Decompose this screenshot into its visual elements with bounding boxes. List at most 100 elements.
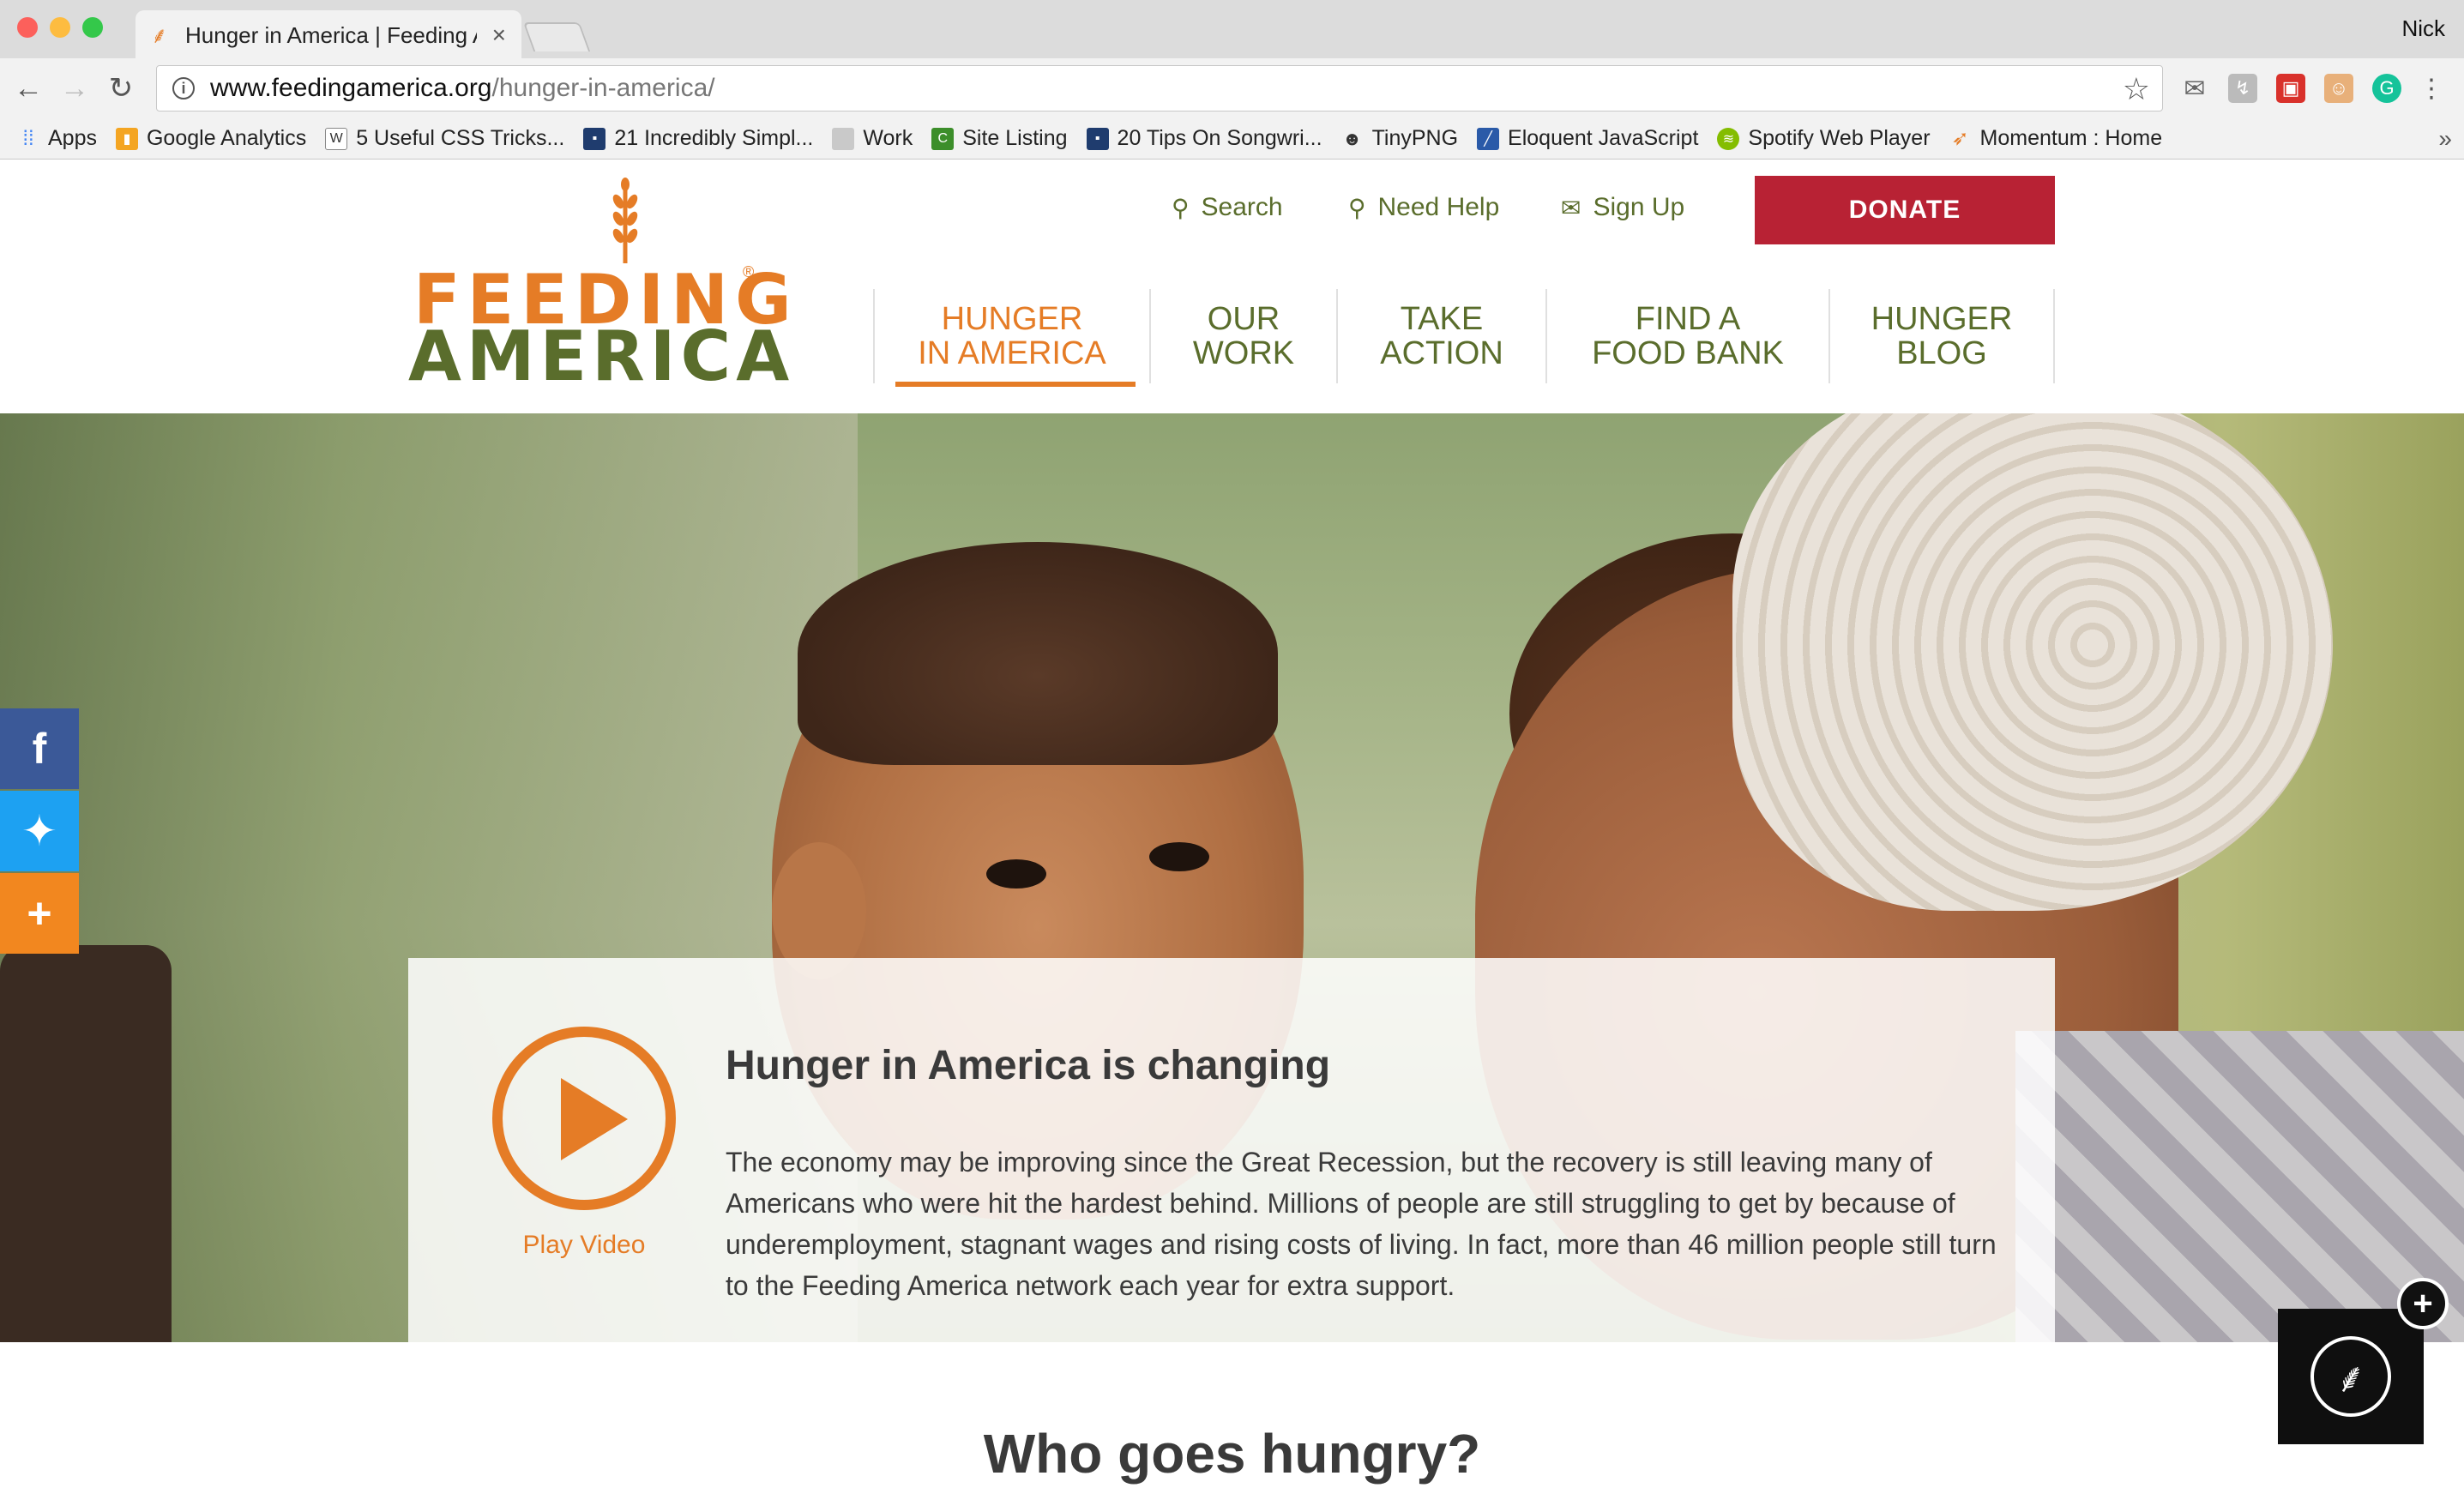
play-video-button[interactable]: [492, 1027, 676, 1210]
site-header: FEEDING ® AMERICA ⚲ Search ⚲ Need Help ✉…: [0, 160, 2464, 413]
play-video-label[interactable]: Play Video: [492, 1231, 676, 1260]
registered-mark-icon: ®: [743, 263, 755, 280]
more-bookmarks-icon[interactable]: »: [2438, 125, 2452, 153]
sign-up-label: Sign Up: [1593, 193, 1685, 221]
w-icon: W: [325, 127, 348, 150]
bookmark-label: Spotify Web Player: [1748, 126, 1931, 150]
twitter-share-button[interactable]: ✦: [0, 791, 79, 871]
play-triangle-icon: [561, 1078, 628, 1160]
spotify-icon: ≋: [1717, 127, 1740, 150]
bookmark-20-tips[interactable]: ▪ 20 Tips On Songwri...: [1086, 126, 1322, 151]
facebook-icon: f: [32, 725, 47, 773]
rocket-icon: ➶: [1951, 127, 1969, 150]
bookmark-tinypng[interactable]: ☻ TinyPNG: [1341, 126, 1458, 151]
nav-take-action[interactable]: TAKE ACTION: [1336, 289, 1545, 383]
wheat-favicon-icon: ⸙: [151, 22, 168, 48]
bookmark-label: Eloquent JavaScript: [1508, 126, 1699, 150]
site-icon: ▪: [583, 127, 606, 150]
widget-expand-plus-icon[interactable]: +: [2397, 1278, 2449, 1329]
bookmark-label: Google Analytics: [146, 126, 307, 150]
new-tab-button[interactable]: [522, 22, 591, 51]
close-window-button[interactable]: [17, 17, 38, 38]
bookmark-site-listing[interactable]: C Site Listing: [931, 126, 1068, 151]
forward-arrow-icon[interactable]: →: [55, 69, 94, 108]
donate-button[interactable]: DONATE: [1755, 176, 2055, 244]
nav-our-work[interactable]: OUR WORK: [1149, 289, 1336, 383]
hero-card-body: The economy may be improving since the G…: [726, 1147, 1997, 1301]
browser-tab-bar: ⸙ Hunger in America | Feeding A × Nick: [0, 0, 2464, 60]
url-path: /hunger-in-america/: [491, 74, 715, 102]
profile-name[interactable]: Nick: [2401, 15, 2445, 42]
hero-card-title: Hunger in America is changing: [726, 1043, 1331, 1088]
mail-extension-icon[interactable]: ✉: [2180, 74, 2209, 103]
tab-title: Hunger in America | Feeding A: [185, 21, 477, 48]
bookmark-star-icon[interactable]: ☆: [2123, 71, 2150, 107]
book-icon: ╱: [1477, 127, 1500, 150]
bookmark-label: Site Listing: [962, 126, 1068, 150]
plus-icon: +: [27, 889, 52, 937]
child-hair: [798, 542, 1278, 765]
bookmark-spotify[interactable]: ≋ Spotify Web Player: [1717, 126, 1931, 151]
facebook-share-button[interactable]: f: [0, 708, 79, 789]
bookmark-apps[interactable]: ⁞⁞ Apps: [17, 126, 97, 151]
need-help-label: Need Help: [1377, 193, 1500, 221]
bookmark-label: TinyPNG: [1371, 126, 1459, 150]
hero-video-card: Play Video Hunger in America is changing…: [408, 958, 2055, 1342]
need-help-link[interactable]: ⚲ Need Help: [1348, 193, 1499, 222]
bookmark-momentum[interactable]: ➶ Momentum : Home: [1949, 126, 2163, 151]
address-bar[interactable]: i www.feedingamerica.org/hunger-in-ameri…: [156, 65, 2163, 111]
bookmark-css-tricks[interactable]: W 5 Useful CSS Tricks...: [325, 126, 564, 151]
avatar-extension-icon[interactable]: ☺: [2324, 74, 2353, 103]
site-listing-icon: C: [931, 127, 955, 150]
bookmark-label: 20 Tips On Songwri...: [1117, 126, 1322, 150]
back-arrow-icon[interactable]: ←: [9, 69, 48, 108]
sign-up-link[interactable]: ✉ Sign Up: [1561, 193, 1684, 222]
close-tab-icon[interactable]: ×: [492, 21, 506, 49]
blurred-post: [0, 945, 172, 1342]
bookmark-label: 21 Incredibly Simpl...: [614, 126, 814, 150]
search-icon: ⚲: [1172, 194, 1190, 221]
bookmark-label: Work: [863, 126, 913, 150]
bookmark-21-incredibly[interactable]: ▪ 21 Incredibly Simpl...: [583, 126, 813, 151]
bookmark-eloquent-js[interactable]: ╱ Eloquent JavaScript: [1477, 126, 1698, 151]
wheat-emblem-icon: ⸙: [2310, 1336, 2391, 1417]
search-link[interactable]: ⚲ Search: [1172, 193, 1283, 222]
bookmark-label: Apps: [48, 126, 97, 150]
browser-tab-active[interactable]: ⸙ Hunger in America | Feeding A ×: [136, 10, 521, 60]
envelope-icon: ✉: [1561, 194, 1581, 221]
calendar-extension-icon[interactable]: ▣: [2276, 74, 2305, 103]
logo-word-america: AMERICA: [408, 316, 795, 396]
nav-hunger-blog[interactable]: HUNGER BLOG: [1828, 289, 2055, 383]
bookmark-label: Momentum : Home: [1979, 126, 2163, 150]
panda-icon: ☻: [1341, 127, 1363, 149]
extension-icon[interactable]: ↯: [2228, 74, 2257, 103]
menu-dots-icon[interactable]: ⋮: [2417, 74, 2446, 103]
bookmark-work-folder[interactable]: Work: [832, 126, 913, 151]
twitter-bird-icon: ✦: [21, 807, 57, 855]
plaid-shirt: [2015, 1031, 2464, 1342]
map-pin-icon: ⚲: [1348, 194, 1366, 221]
maximize-window-button[interactable]: [82, 17, 103, 38]
bookmark-label: 5 Useful CSS Tricks...: [356, 126, 565, 150]
url-host: www.feedingamerica.org: [210, 74, 492, 102]
search-label: Search: [1201, 193, 1283, 221]
wheat-logo-icon: [612, 178, 638, 263]
browser-toolbar: ← → ↻ i www.feedingamerica.org/hunger-in…: [0, 58, 2464, 118]
nav-find-a-food-bank[interactable]: FIND A FOOD BANK: [1545, 289, 1828, 383]
grammarly-extension-icon[interactable]: G: [2372, 74, 2401, 103]
bookmark-google-analytics[interactable]: ▮ Google Analytics: [115, 126, 307, 151]
section-title-who-goes-hungry: Who goes hungry?: [983, 1423, 1481, 1485]
analytics-icon: ▮: [115, 127, 138, 150]
info-icon[interactable]: i: [172, 77, 195, 99]
feeding-america-logo[interactable]: FEEDING ® AMERICA: [408, 178, 792, 396]
nav-hunger-in-america[interactable]: HUNGER IN AMERICA: [873, 289, 1149, 387]
reload-icon[interactable]: ↻: [101, 69, 141, 108]
site-icon: ▪: [1086, 127, 1109, 150]
bookmarks-bar: ⁞⁞ Apps ▮ Google Analytics W 5 Useful CS…: [0, 118, 2464, 160]
apps-grid-icon: ⁞⁞: [22, 126, 34, 150]
child-eye-right: [1149, 842, 1209, 871]
main-navigation: HUNGER IN AMERICA OUR WORK TAKE ACTION F…: [873, 289, 2055, 387]
more-share-button[interactable]: +: [0, 873, 79, 954]
child-eye-left: [986, 859, 1046, 889]
minimize-window-button[interactable]: [50, 17, 70, 38]
